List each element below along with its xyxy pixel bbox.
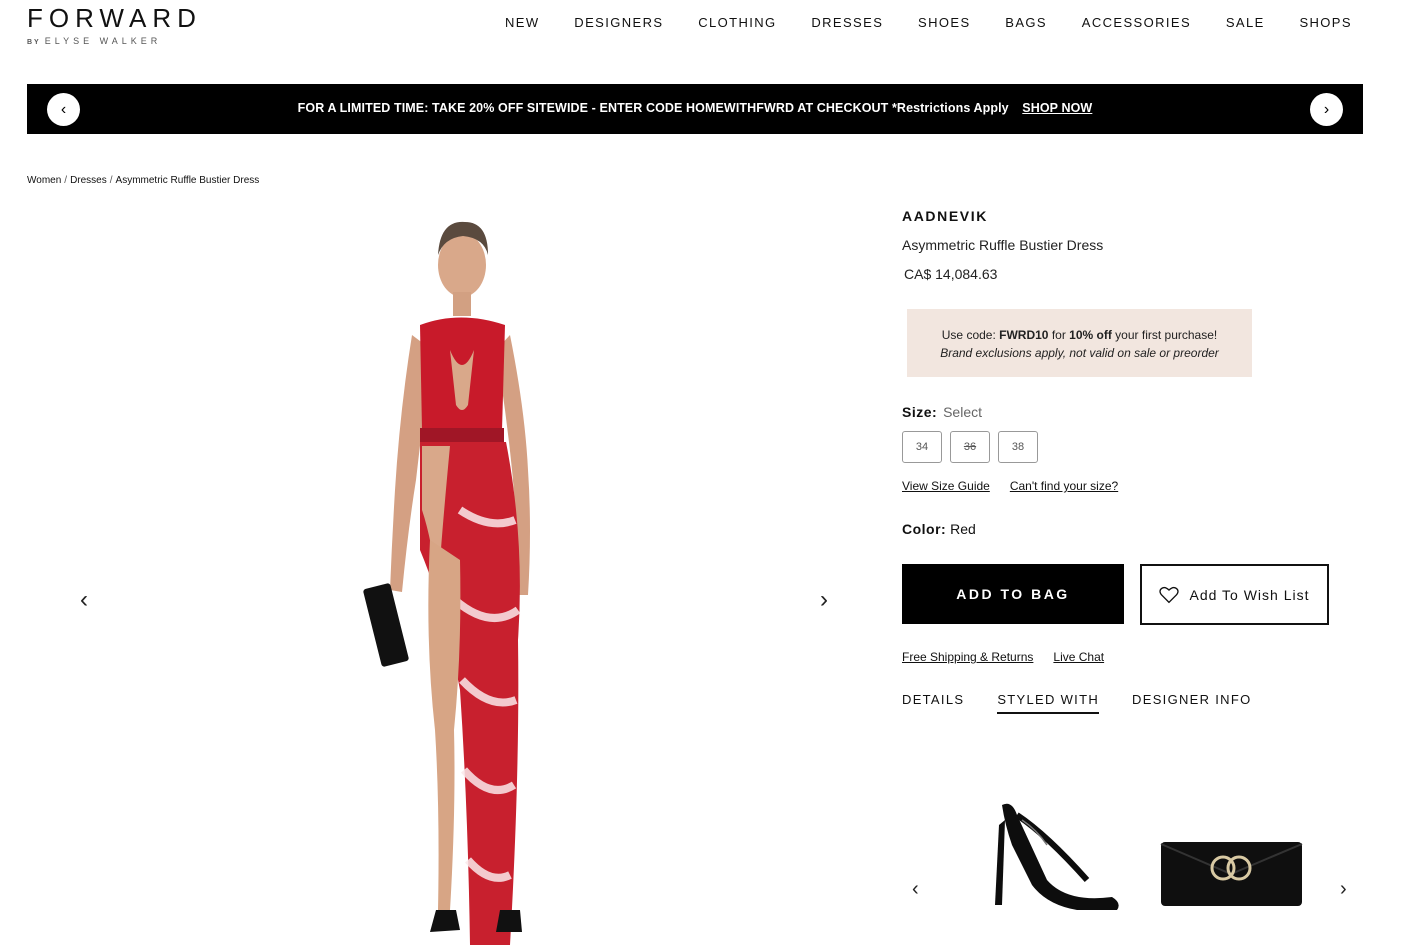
nav-bags[interactable]: BAGS xyxy=(1005,15,1047,30)
promo-mid: for xyxy=(1048,328,1070,342)
promo-post: your first purchase! xyxy=(1111,328,1218,342)
nav-designers[interactable]: DESIGNERS xyxy=(574,15,663,30)
nav-clothing[interactable]: CLOTHING xyxy=(698,15,776,30)
banner-next-button[interactable]: › xyxy=(1310,93,1343,126)
promo-line: Use code: FWRD10 for 10% off your first … xyxy=(907,326,1252,344)
nav-accessories[interactable]: ACCESSORIES xyxy=(1082,15,1191,30)
color-row: Color: Red xyxy=(902,521,1362,537)
wishlist-label: Add To Wish List xyxy=(1189,586,1310,603)
size-options: 34 36 38 xyxy=(902,431,1362,463)
size-selected-value: Select xyxy=(943,404,982,420)
clutch-bag-icon[interactable] xyxy=(1159,838,1304,910)
styled-next-button[interactable]: › xyxy=(1340,878,1347,901)
product-tabs: DETAILS STYLED WITH DESIGNER INFO xyxy=(902,692,1362,714)
sandal-icon[interactable] xyxy=(977,785,1127,910)
size-option-38[interactable]: 38 xyxy=(998,431,1038,463)
product-price: CA$ 14,084.63 xyxy=(904,266,998,282)
breadcrumb-separator: / xyxy=(64,175,68,186)
banner-text: FOR A LIMITED TIME: TAKE 20% OFF SITEWID… xyxy=(297,101,1009,115)
nav-shops[interactable]: SHOPS xyxy=(1299,15,1352,30)
logo-subtitle: BY ELYSE WALKER xyxy=(27,36,202,46)
shop-now-link[interactable]: SHOP NOW xyxy=(1022,101,1092,115)
nav-sale[interactable]: SALE xyxy=(1226,15,1265,30)
nav-shoes[interactable]: SHOES xyxy=(918,15,971,30)
styled-with-carousel: ‹ › xyxy=(902,770,1362,950)
tab-styled-with[interactable]: STYLED WITH xyxy=(997,692,1100,714)
main-nav: NEW DESIGNERS CLOTHING DRESSES SHOES BAG… xyxy=(505,15,1352,30)
color-value: Red xyxy=(950,521,976,537)
product-gallery: ‹ › xyxy=(60,200,850,950)
size-label: Size: Select xyxy=(902,404,1362,420)
banner-message: FOR A LIMITED TIME: TAKE 20% OFF SITEWID… xyxy=(27,101,1363,115)
size-label-text: Size: xyxy=(902,404,938,420)
tab-details[interactable]: DETAILS xyxy=(902,692,964,714)
promo-code-box: Use code: FWRD10 for 10% off your first … xyxy=(907,309,1252,377)
breadcrumb: Women / Dresses / Asymmetric Ruffle Bustier … xyxy=(27,175,259,186)
promo-discount: 10% off xyxy=(1069,328,1112,342)
service-links: Free Shipping & Returns Live Chat xyxy=(902,650,1362,664)
free-shipping-link[interactable]: Free Shipping & Returns xyxy=(902,650,1033,664)
logo-wordmark: FORWARD xyxy=(27,3,202,33)
heart-icon xyxy=(1159,586,1180,603)
styled-prev-button[interactable]: ‹ xyxy=(912,878,919,901)
size-option-34[interactable]: 34 xyxy=(902,431,942,463)
breadcrumb-current: Asymmetric Ruffle Bustier Dress xyxy=(115,175,260,186)
promo-banner: ‹ FOR A LIMITED TIME: TAKE 20% OFF SITEW… xyxy=(27,84,1363,134)
chevron-right-icon: › xyxy=(1323,100,1330,118)
nav-dresses[interactable]: DRESSES xyxy=(811,15,883,30)
gallery-prev-button[interactable]: ‹ xyxy=(80,588,88,612)
nav-new[interactable]: NEW xyxy=(505,15,540,30)
size-guide-link[interactable]: View Size Guide xyxy=(902,479,990,493)
site-logo[interactable]: FORWARD BY ELYSE WALKER xyxy=(27,4,202,46)
breadcrumb-women[interactable]: Women xyxy=(27,175,61,186)
add-to-bag-button[interactable]: ADD TO BAG xyxy=(902,564,1124,624)
color-label: Color: xyxy=(902,521,947,537)
logo-by: BY xyxy=(27,39,41,46)
live-chat-link[interactable]: Live Chat xyxy=(1053,650,1104,664)
promo-pre: Use code: xyxy=(941,328,1000,342)
product-image xyxy=(363,221,530,945)
product-actions: ADD TO BAG Add To Wish List xyxy=(902,564,1362,625)
product-name: Asymmetric Ruffle Bustier Dress xyxy=(902,237,1104,253)
product-brand[interactable]: AADNEVIK xyxy=(902,208,1362,224)
size-option-36-unavailable[interactable]: 36 xyxy=(950,431,990,463)
product-info: AADNEVIK Asymmetric Ruffle Bustier Dress… xyxy=(902,208,1362,714)
gallery-next-button[interactable]: › xyxy=(820,588,828,612)
promo-code: FWRD10 xyxy=(999,328,1049,342)
promo-fine-print: Brand exclusions apply, not valid on sal… xyxy=(940,346,1219,360)
cant-find-size-link[interactable]: Can't find your size? xyxy=(1010,479,1118,493)
breadcrumb-separator: / xyxy=(109,175,113,186)
add-to-wishlist-button[interactable]: Add To Wish List xyxy=(1140,564,1329,625)
size-links: View Size Guide Can't find your size? xyxy=(902,479,1362,493)
logo-sub-text: ELYSE WALKER xyxy=(44,36,162,46)
breadcrumb-dresses[interactable]: Dresses xyxy=(70,175,107,186)
tab-designer-info[interactable]: DESIGNER INFO xyxy=(1132,692,1251,714)
